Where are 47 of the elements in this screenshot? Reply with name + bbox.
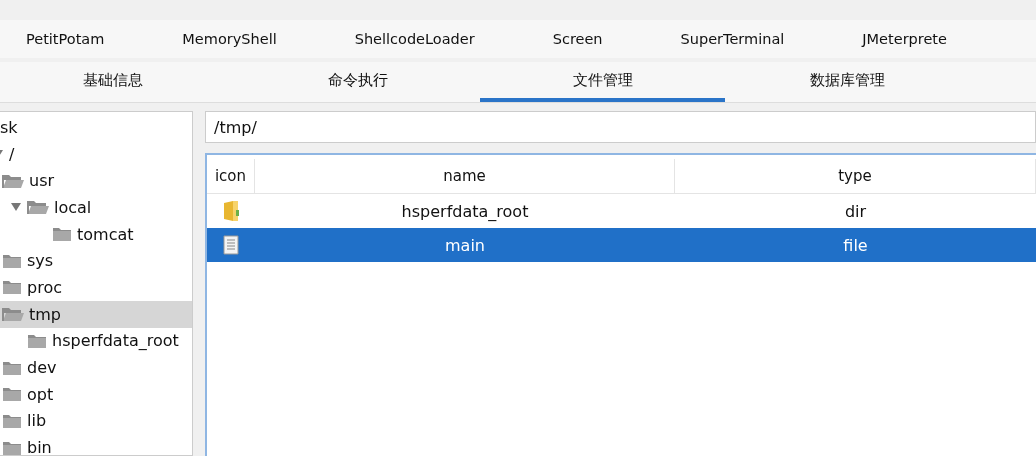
tree-item[interactable]: opt — [0, 380, 192, 408]
tree-item[interactable]: lib — [0, 407, 192, 435]
plugin-tab[interactable]: PetitPotam — [26, 31, 105, 47]
folder-icon — [222, 200, 240, 222]
folder-icon — [2, 386, 22, 403]
plugin-tab[interactable]: ShellcodeLoader — [354, 31, 475, 47]
table-row[interactable]: hsperfdata_root dir — [207, 194, 1036, 228]
tree-item[interactable]: tomcat — [0, 220, 192, 248]
plugin-tab[interactable]: JMeterprete — [862, 31, 947, 47]
tree-item[interactable]: usr — [0, 167, 192, 195]
folder-icon — [2, 439, 22, 455]
folder-icon — [2, 412, 22, 429]
table-cell-text: file — [842, 234, 869, 257]
tab[interactable]: 命令执行 — [235, 62, 480, 102]
tree-item[interactable]: sk — [0, 114, 192, 141]
table-cell-text: hsperfdata_root — [400, 200, 530, 223]
tab[interactable]: 文件管理 — [480, 62, 725, 102]
column-header[interactable]: name — [255, 159, 675, 193]
table-row[interactable]: main file — [207, 228, 1036, 262]
tree-item[interactable]: hsperfdata_root — [0, 327, 192, 355]
open-folder-icon — [2, 172, 24, 189]
tree-item[interactable]: / — [0, 140, 192, 168]
open-folder-icon — [27, 199, 49, 216]
plugin-tab[interactable]: MemoryShell — [182, 31, 277, 47]
plugin-tab[interactable]: SuperTerminal — [680, 31, 785, 47]
column-header[interactable]: icon — [207, 159, 255, 193]
tree-item[interactable]: tmp — [0, 300, 192, 328]
table-cell-text: dir — [843, 200, 868, 223]
folder-icon — [2, 279, 22, 296]
expand-arrow-icon[interactable] — [10, 202, 22, 213]
tab[interactable]: 数据库管理 — [725, 62, 970, 102]
tree-item[interactable]: bin — [0, 434, 192, 455]
tree-item[interactable]: proc — [0, 274, 192, 301]
folder-icon — [2, 252, 22, 269]
folder-icon — [2, 359, 22, 376]
path-field[interactable]: /tmp/ — [205, 111, 1036, 143]
folder-icon — [52, 226, 72, 243]
folder-icon — [27, 332, 47, 349]
plugin-tab[interactable]: Screen — [552, 31, 603, 47]
open-folder-icon — [2, 306, 24, 323]
tree-item[interactable]: dev — [0, 354, 192, 381]
table-cell-text: main — [444, 234, 486, 257]
tree-item[interactable]: local — [0, 194, 192, 221]
tree-item[interactable]: sys — [0, 247, 192, 275]
document-icon — [223, 235, 239, 255]
column-header[interactable]: type — [675, 159, 1036, 193]
tab[interactable]: 基础信息 — [0, 62, 235, 102]
